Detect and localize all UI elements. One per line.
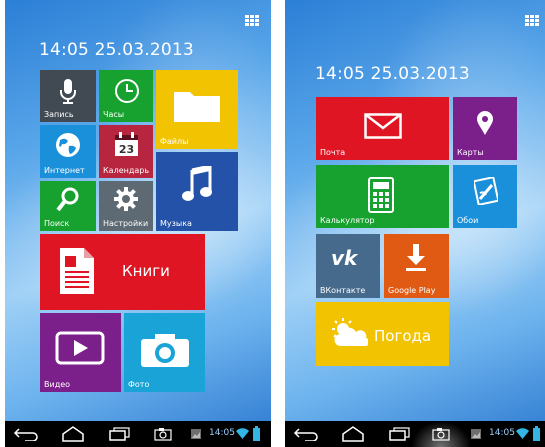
tile-clock[interactable]: Часы xyxy=(99,70,153,122)
tile-files[interactable]: Файлы xyxy=(156,70,238,149)
tile-label: Часы xyxy=(103,110,125,119)
globe-icon xyxy=(56,133,80,157)
clock-icon xyxy=(115,79,139,103)
app-drawer-icon[interactable] xyxy=(245,15,259,27)
status-time: 14:05 xyxy=(209,428,235,438)
wallpaper-icon xyxy=(474,177,498,205)
battery-icon xyxy=(253,426,260,441)
tile-video[interactable]: Видео xyxy=(40,313,121,392)
play-icon xyxy=(55,331,105,365)
home-icon[interactable] xyxy=(61,426,85,442)
tile-search[interactable]: Поиск xyxy=(40,181,96,231)
tile-wallpaper[interactable]: Обои xyxy=(453,165,517,228)
tile-books[interactable]: Книги xyxy=(40,234,205,310)
tile-label: Настройки xyxy=(103,219,149,228)
wifi-icon xyxy=(236,428,249,439)
camera-icon xyxy=(141,334,189,367)
download-icon xyxy=(406,244,426,271)
tile-label: Обои xyxy=(457,216,479,225)
tile-label: Фото xyxy=(128,380,150,389)
tile-label: Книги xyxy=(122,262,170,280)
search-icon xyxy=(56,187,79,212)
document-icon xyxy=(60,248,94,294)
tile-settings[interactable]: Настройки xyxy=(99,181,153,231)
calculator-icon xyxy=(368,177,394,213)
tile-label: Почта xyxy=(320,148,346,157)
tile-mail[interactable]: Почта xyxy=(316,97,449,160)
tile-internet[interactable]: Интернет xyxy=(40,125,96,178)
tile-label: Поиск xyxy=(44,219,70,228)
microphone-icon xyxy=(60,79,76,104)
tile-calendar[interactable]: 23 Календарь xyxy=(99,125,153,178)
home-screen-2: 14:05 25.03.2013 Почта Карты Калькулятор xyxy=(285,0,545,447)
tile-vkontakte[interactable]: vk ВКонтакте xyxy=(316,234,380,298)
recent-apps-icon[interactable] xyxy=(388,427,410,441)
gallery-notification-icon xyxy=(191,429,201,439)
tile-weather[interactable]: Погода xyxy=(316,302,449,366)
vk-icon: vk xyxy=(331,246,358,270)
tile-calculator[interactable]: Калькулятор xyxy=(316,165,449,228)
tile-photo[interactable]: Фото xyxy=(124,313,205,392)
date-time-display: 14:05 25.03.2013 xyxy=(315,64,470,84)
tile-label: Запись xyxy=(44,110,74,119)
home-screen-1: 14:05 25.03.2013 Запись Часы Файлы Интер… xyxy=(5,0,271,447)
tile-label: Интернет xyxy=(44,166,85,175)
tile-google-play[interactable]: Google Play xyxy=(384,234,449,298)
tile-label: Файлы xyxy=(160,137,189,146)
weather-icon xyxy=(332,318,368,347)
recent-apps-icon[interactable] xyxy=(108,427,130,441)
tile-label: ВКонтакте xyxy=(320,286,366,295)
battery-icon xyxy=(533,426,540,441)
folder-icon xyxy=(174,92,220,122)
screenshot-icon[interactable] xyxy=(432,427,450,441)
calendar-day-number: 23 xyxy=(119,143,134,156)
calendar-icon: 23 xyxy=(115,132,138,156)
tile-maps[interactable]: Карты xyxy=(453,97,517,160)
envelope-icon xyxy=(364,113,402,139)
gear-icon xyxy=(114,187,138,211)
wifi-icon xyxy=(516,428,529,439)
home-icon[interactable] xyxy=(341,426,365,442)
tile-label: Калькулятор xyxy=(320,216,375,225)
tile-label: Google Play xyxy=(388,286,436,295)
date-time-display: 14:05 25.03.2013 xyxy=(39,40,194,60)
tile-music[interactable]: Музыка xyxy=(156,152,238,231)
status-time: 14:05 xyxy=(489,428,515,438)
app-drawer-icon[interactable] xyxy=(525,15,539,27)
navigation-bar: 14:05 xyxy=(5,421,271,447)
music-note-icon xyxy=(182,166,212,201)
back-icon[interactable] xyxy=(293,427,319,441)
tile-record[interactable]: Запись xyxy=(40,70,96,122)
tile-label: Музыка xyxy=(160,219,192,228)
tile-label: Погода xyxy=(374,327,432,345)
screenshot-icon[interactable] xyxy=(154,427,172,441)
back-icon[interactable] xyxy=(13,427,39,441)
tile-label: Календарь xyxy=(103,166,150,175)
gallery-notification-icon xyxy=(471,429,481,439)
navigation-bar: 14:05 xyxy=(285,421,545,447)
tile-label: Карты xyxy=(457,148,484,157)
map-pin-icon xyxy=(477,111,493,135)
tile-label: Видео xyxy=(44,380,71,389)
